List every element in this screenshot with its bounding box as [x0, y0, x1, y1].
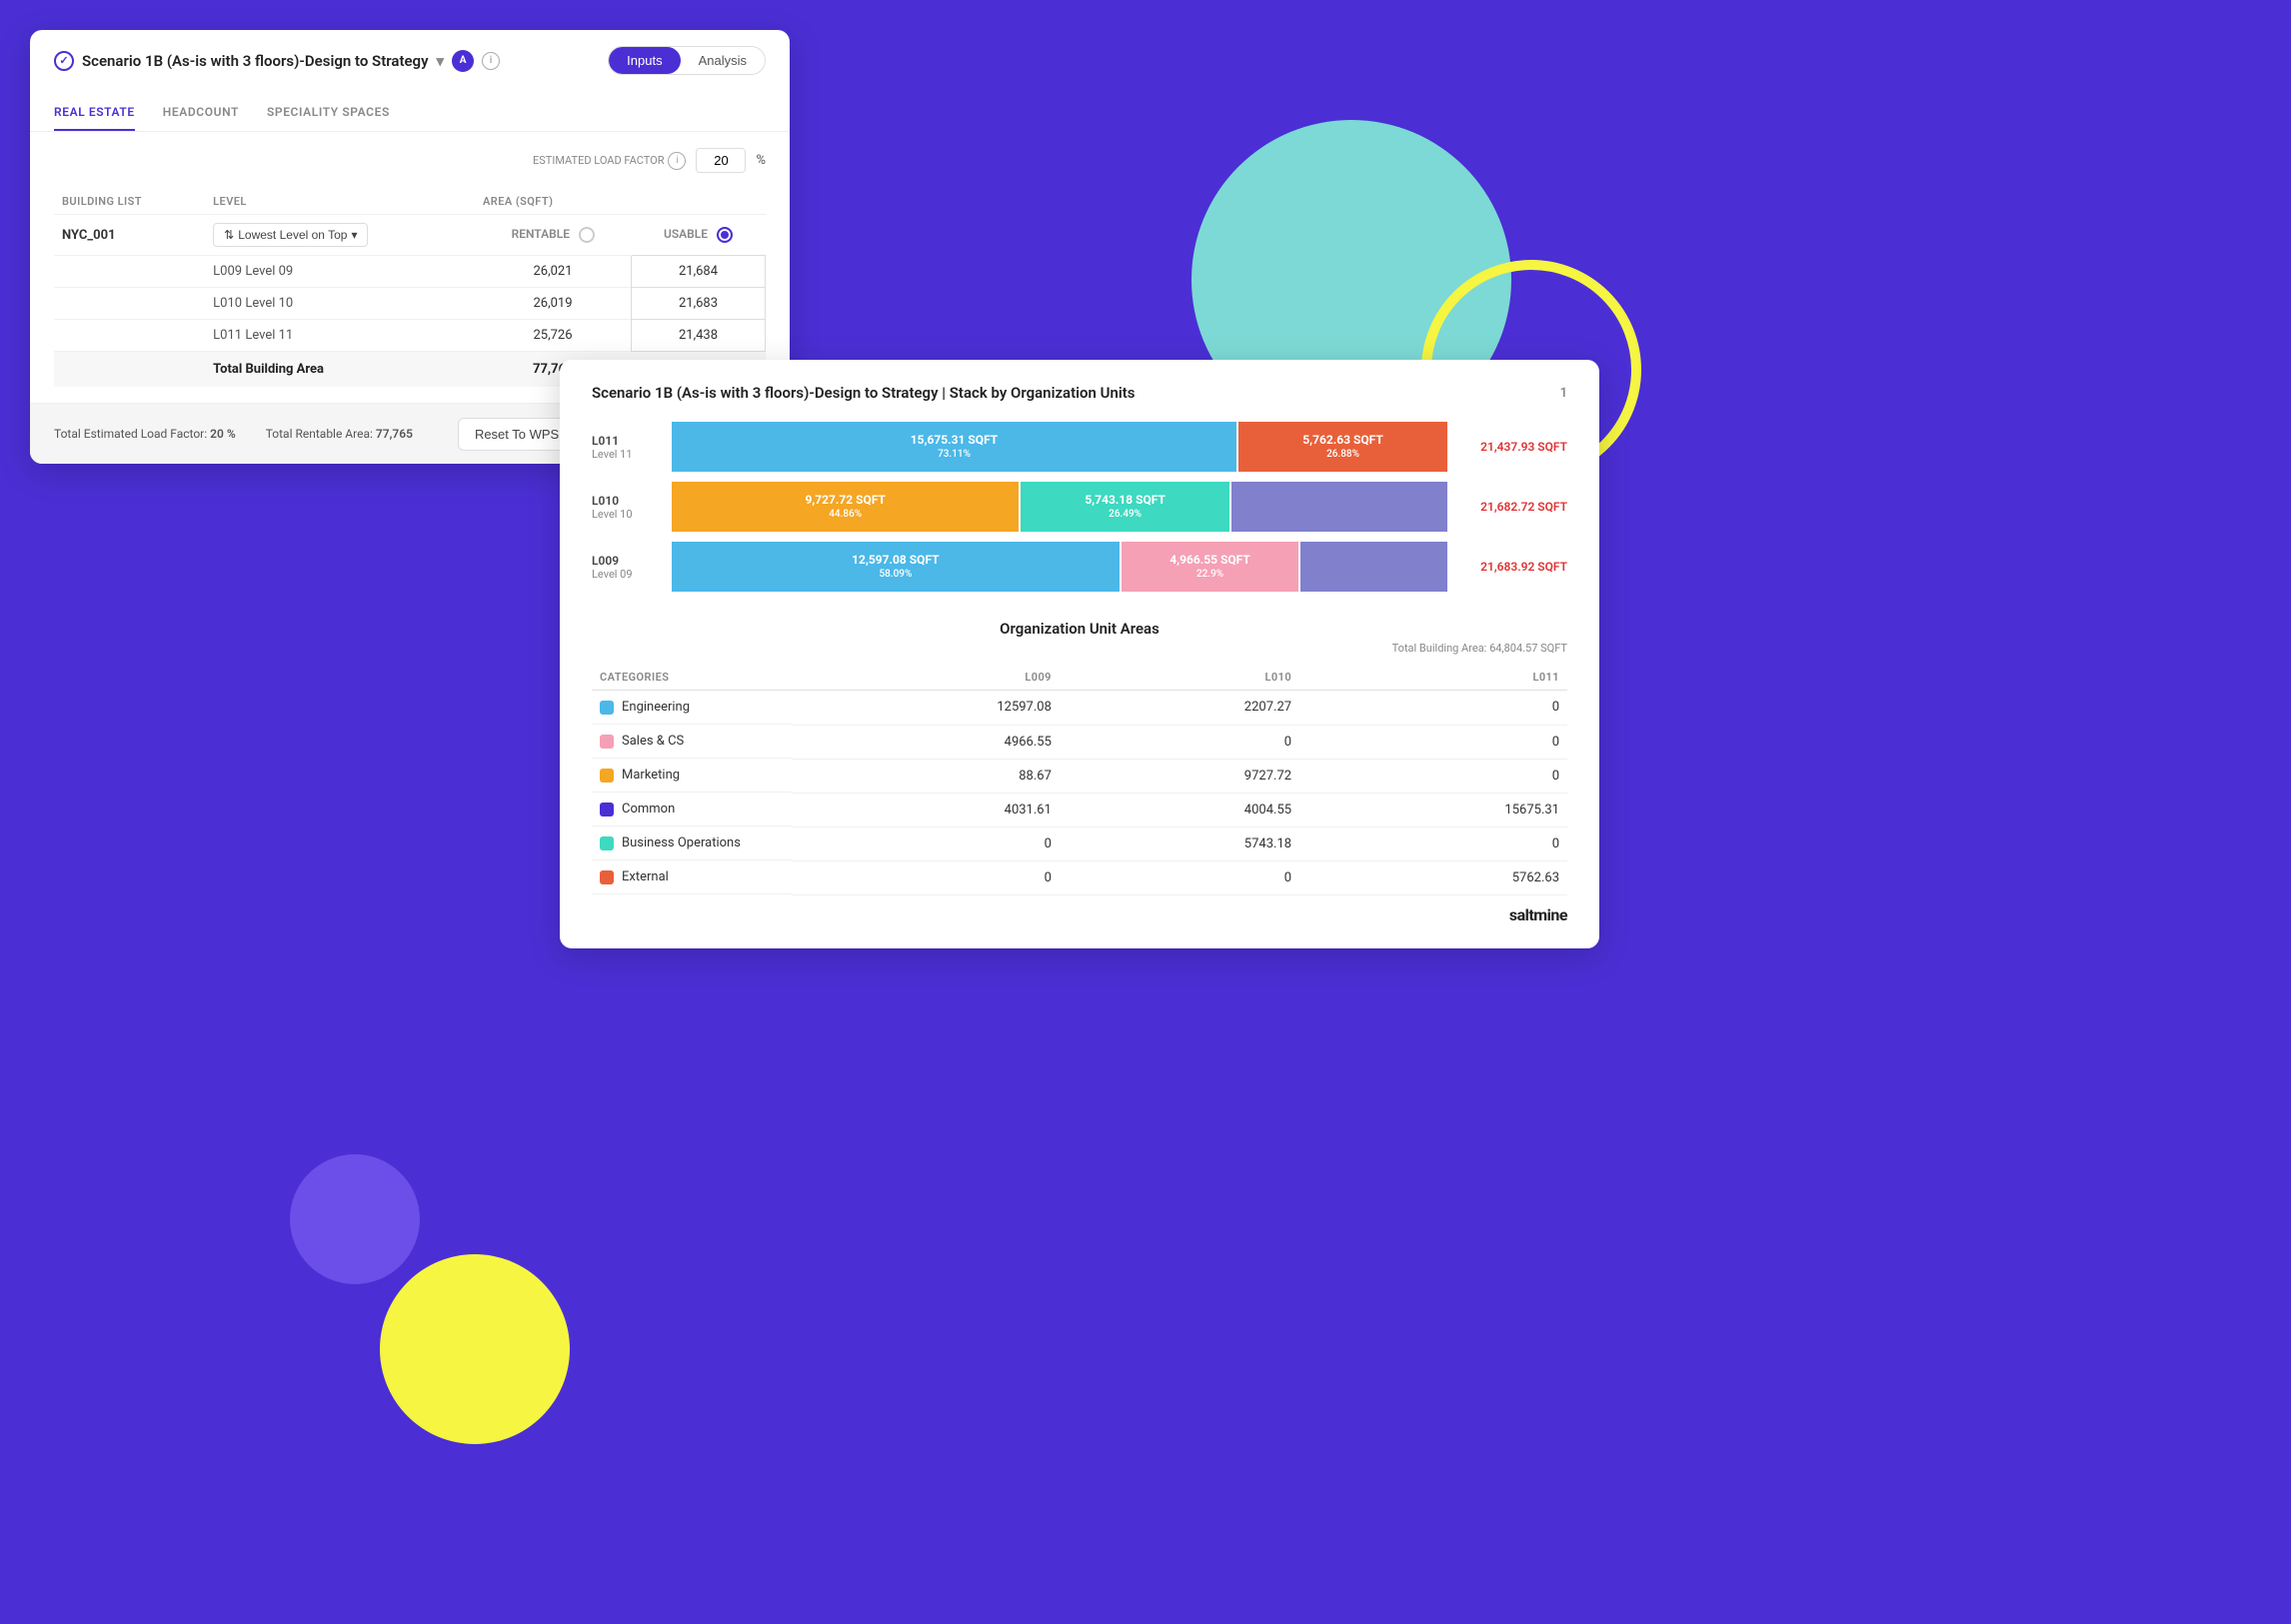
marketing-dot [600, 769, 614, 783]
info-icon[interactable]: i [482, 52, 500, 70]
sales-dot [600, 735, 614, 749]
check-icon: ✓ [54, 51, 74, 71]
bar-external-l011: 5,762.63 SQFT 26.88% [1238, 422, 1447, 472]
tab-speciality-spaces[interactable]: SPECIALITY SPACES [267, 95, 390, 131]
col-l010: L010 [1060, 665, 1299, 691]
col-categories: CATEGORIES [592, 665, 792, 691]
bar-common-l010 [1231, 482, 1447, 532]
stack-row-l011: L011 Level 11 15,675.31 SQFT 73.11% 5,76… [592, 422, 1567, 472]
decorative-circle-yellow-small [380, 1254, 570, 1444]
area-col-header: AREA (SQFT) [475, 189, 765, 215]
engineering-dot [600, 701, 614, 715]
right-panel: Scenario 1B (As-is with 3 floors)-Design… [560, 360, 1599, 948]
estimated-load-factor-row: ESTIMATED LOAD FACTOR i % [54, 148, 766, 173]
bar-common-l009 [1300, 542, 1447, 592]
table-row: L009 Level 09 26,021 21,684 [54, 256, 766, 288]
table-row: L011 Level 11 25,726 21,438 [54, 320, 766, 352]
tab-switcher: Inputs Analysis [608, 46, 766, 75]
org-row-marketing: Marketing 88.67 9727.72 0 [592, 759, 1567, 793]
stack-row-l009: L009 Level 09 12,597.08 SQFT 58.09% 4,96… [592, 542, 1567, 592]
avatar: A [452, 50, 474, 72]
load-factor-input[interactable] [696, 148, 746, 173]
stack-label-l011: L011 Level 11 [592, 434, 672, 461]
org-row-engineering: Engineering 12597.08 2207.27 0 [592, 691, 1567, 726]
analysis-tab[interactable]: Analysis [681, 47, 765, 74]
page-number: 1 [1560, 386, 1567, 401]
rentable-area-footer: Total Rentable Area: 77,765 [266, 427, 413, 441]
stack-bars-l011: 15,675.31 SQFT 73.11% 5,762.63 SQFT 26.8… [672, 422, 1447, 472]
level-col-header: LEVEL [205, 189, 475, 215]
nav-tabs: REAL ESTATE HEADCOUNT SPECIALITY SPACES [54, 95, 766, 131]
right-panel-title: Scenario 1B (As-is with 3 floors)-Design… [592, 384, 1567, 402]
estimated-load-factor-label: ESTIMATED LOAD FACTOR i [533, 152, 686, 170]
decorative-circle-blue [290, 1154, 420, 1284]
org-row-sales: Sales & CS 4966.55 0 0 [592, 725, 1567, 759]
panel-header: ✓ Scenario 1B (As-is with 3 floors)-Desi… [30, 30, 790, 132]
tab-headcount[interactable]: HEADCOUNT [163, 95, 239, 131]
col-l011: L011 [1299, 665, 1567, 691]
stack-bars-l009: 12,597.08 SQFT 58.09% 4,966.55 SQFT 22.9… [672, 542, 1447, 592]
percent-sign: % [756, 153, 766, 168]
rentable-radio[interactable] [579, 227, 595, 243]
load-factor-footer: Total Estimated Load Factor: 20 % [54, 427, 236, 441]
org-section: Organization Unit Areas Total Building A… [592, 620, 1567, 924]
bar-sales-l009: 4,966.55 SQFT 22.9% [1122, 542, 1299, 592]
org-title: Organization Unit Areas [592, 620, 1567, 638]
load-factor-info-icon[interactable]: i [668, 152, 686, 170]
bar-biz-ops-l010: 5,743.18 SQFT 26.49% [1021, 482, 1228, 532]
tab-real-estate[interactable]: REAL ESTATE [54, 95, 135, 131]
scenario-name: Scenario 1B (As-is with 3 floors)-Design… [82, 52, 429, 70]
org-row-common: Common 4031.61 4004.55 15675.31 [592, 793, 1567, 826]
stack-total-l011: 21,437.93 SQFT [1447, 440, 1567, 454]
building-table: Building List LEVEL AREA (SQFT) NYC_001 … [54, 189, 766, 387]
stack-total-l010: 21,682.72 SQFT [1447, 500, 1567, 514]
bar-engineering-l011: 15,675.31 SQFT 73.11% [672, 422, 1236, 472]
table-row: L010 Level 10 26,019 21,683 [54, 288, 766, 320]
common-dot [600, 803, 614, 816]
col-l009: L009 [792, 665, 1060, 691]
footer-info: Total Estimated Load Factor: 20 % Total … [54, 427, 413, 441]
saltmine-branding: saltmine [592, 905, 1567, 924]
sort-icon: ⇅ [224, 228, 234, 242]
bar-engineering-l009: 12,597.08 SQFT 58.09% [672, 542, 1120, 592]
sort-button[interactable]: ⇅ Lowest Level on Top ▾ [213, 223, 368, 247]
stack-label-l010: L010 Level 10 [592, 494, 672, 521]
scenario-bar: ✓ Scenario 1B (As-is with 3 floors)-Desi… [54, 46, 766, 87]
external-dot [600, 870, 614, 884]
building-id[interactable]: NYC_001 [54, 215, 205, 256]
chevron-down-icon[interactable]: ▾ [437, 52, 445, 70]
stack-label-l009: L009 Level 09 [592, 554, 672, 581]
org-row-bizops: Business Operations 0 5743.18 0 [592, 826, 1567, 860]
chevron-sort-icon: ▾ [351, 228, 357, 242]
bizops-dot [600, 836, 614, 850]
stack-row-l010: L010 Level 10 9,727.72 SQFT 44.86% 5,743… [592, 482, 1567, 532]
usable-radio[interactable] [717, 227, 733, 243]
stack-chart: L011 Level 11 15,675.31 SQFT 73.11% 5,76… [592, 422, 1567, 592]
scenario-title: ✓ Scenario 1B (As-is with 3 floors)-Desi… [54, 50, 500, 72]
bar-marketing-l010: 9,727.72 SQFT 44.86% [672, 482, 1019, 532]
building-list-col-header: Building List [54, 189, 205, 215]
org-table: CATEGORIES L009 L010 L011 Engineering 12… [592, 665, 1567, 895]
inputs-tab[interactable]: Inputs [609, 47, 680, 74]
stack-total-l009: 21,683.92 SQFT [1447, 560, 1567, 574]
stack-bars-l010: 9,727.72 SQFT 44.86% 5,743.18 SQFT 26.49… [672, 482, 1447, 532]
org-subtitle: Total Building Area: 64,804.57 SQFT [592, 642, 1567, 655]
org-row-external: External 0 0 5762.63 [592, 860, 1567, 894]
